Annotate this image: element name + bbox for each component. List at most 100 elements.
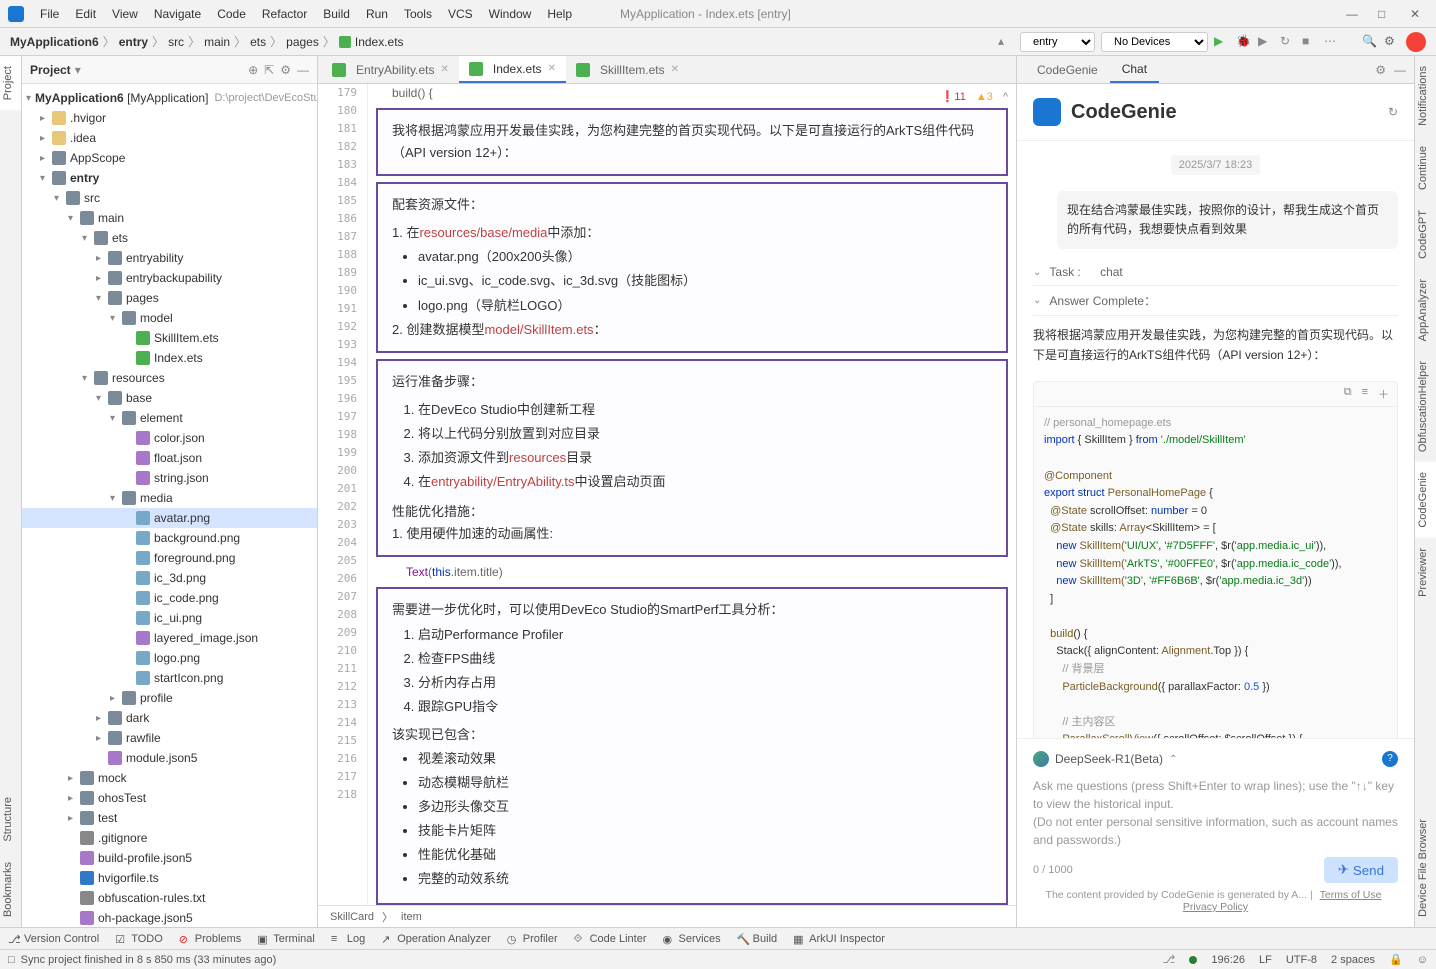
- sidebar-tab-codegpt[interactable]: CodeGPT: [1415, 200, 1436, 269]
- tab-entryability[interactable]: EntryAbility.ets✕: [322, 56, 459, 83]
- tree-appscope[interactable]: ▸AppScope: [22, 148, 317, 168]
- tree-logo[interactable]: logo.png: [22, 648, 317, 668]
- tree-index-file[interactable]: Index.ets: [22, 348, 317, 368]
- menu-view[interactable]: View: [104, 7, 146, 21]
- tree-profile[interactable]: ▸profile: [22, 688, 317, 708]
- crumb-skillcard[interactable]: SkillCard: [330, 911, 374, 923]
- encoding[interactable]: UTF-8: [1286, 954, 1317, 966]
- tree-rawfile[interactable]: ▸rawfile: [22, 728, 317, 748]
- attach-icon[interactable]: ↻: [1280, 34, 1296, 50]
- tree-colorjson[interactable]: color.json: [22, 428, 317, 448]
- close-button[interactable]: ✕: [1410, 7, 1424, 21]
- sidebar-tab-obfuscation[interactable]: ObfuscationHelper: [1415, 351, 1436, 462]
- tree-background[interactable]: background.png: [22, 528, 317, 548]
- tab-codegenie[interactable]: CodeGenie: [1025, 56, 1110, 83]
- hammer-icon[interactable]: ▴: [998, 34, 1014, 50]
- close-icon[interactable]: ✕: [548, 63, 556, 74]
- maximize-button[interactable]: □: [1378, 7, 1392, 21]
- sad-icon[interactable]: ☺: [1417, 954, 1428, 966]
- run-icon[interactable]: ▶: [1214, 34, 1230, 50]
- coverage-icon[interactable]: ▶: [1258, 34, 1274, 50]
- menu-build[interactable]: Build: [315, 7, 358, 21]
- tree-root[interactable]: ▾MyApplication6 [MyApplication]D:\projec…: [22, 88, 317, 108]
- sidebar-tab-bookmarks[interactable]: Bookmarks: [0, 852, 21, 927]
- search-icon[interactable]: 🔍: [1362, 34, 1378, 50]
- git-icon[interactable]: ⎇: [1163, 953, 1176, 966]
- tree-ohostest[interactable]: ▸ohosTest: [22, 788, 317, 808]
- menu-vcs[interactable]: VCS: [440, 7, 481, 21]
- caret-icon[interactable]: ^: [1003, 88, 1008, 106]
- tree-main[interactable]: ▾main: [22, 208, 317, 228]
- tree-mock[interactable]: ▸mock: [22, 768, 317, 788]
- run-config-select[interactable]: entry: [1020, 32, 1095, 52]
- tree-resources[interactable]: ▾resources: [22, 368, 317, 388]
- crumb-src[interactable]: src: [168, 35, 184, 49]
- debug-icon[interactable]: 🐞: [1236, 34, 1252, 50]
- menu-navigate[interactable]: Navigate: [146, 7, 209, 21]
- tree-ets[interactable]: ▾ets: [22, 228, 317, 248]
- tree-model[interactable]: ▾model: [22, 308, 317, 328]
- insert-icon[interactable]: ≡: [1362, 386, 1368, 402]
- tree-test[interactable]: ▸test: [22, 808, 317, 828]
- new-file-icon[interactable]: ＋: [1378, 386, 1389, 402]
- crumb-file[interactable]: Index.ets: [339, 35, 404, 49]
- sidebar-tab-notifications[interactable]: Notifications: [1415, 56, 1436, 136]
- tree-idea[interactable]: ▸.idea: [22, 128, 317, 148]
- hide-icon[interactable]: —: [1394, 63, 1406, 77]
- tree-dark[interactable]: ▸dark: [22, 708, 317, 728]
- crumb-main[interactable]: main: [204, 35, 230, 49]
- settings-icon[interactable]: ⚙: [1384, 34, 1400, 50]
- tree-starticon[interactable]: startIcon.png: [22, 668, 317, 688]
- help-icon[interactable]: ?: [1382, 751, 1398, 767]
- bottom-problems[interactable]: ⊘Problems: [179, 933, 241, 945]
- crumb-pages[interactable]: pages: [286, 35, 319, 49]
- tree-buildprofile[interactable]: build-profile.json5: [22, 848, 317, 868]
- bottom-services[interactable]: ◉Services: [662, 933, 720, 945]
- gear-icon[interactable]: ⚙: [1375, 63, 1386, 77]
- menu-code[interactable]: Code: [209, 7, 254, 21]
- sidebar-tab-structure[interactable]: Structure: [0, 787, 21, 852]
- menu-file[interactable]: File: [32, 7, 67, 21]
- tree-ohpackage[interactable]: oh-package.json5: [22, 908, 317, 927]
- indent[interactable]: 2 spaces: [1331, 954, 1375, 966]
- sidebar-tab-appanalyzer[interactable]: AppAnalyzer: [1415, 269, 1436, 351]
- privacy-link[interactable]: Privacy Policy: [1183, 901, 1248, 913]
- tree-ic3d[interactable]: ic_3d.png: [22, 568, 317, 588]
- sidebar-tab-continue[interactable]: Continue: [1415, 136, 1436, 200]
- tree-media[interactable]: ▾media: [22, 488, 317, 508]
- close-icon[interactable]: ✕: [671, 64, 679, 75]
- tree-iccode[interactable]: ic_code.png: [22, 588, 317, 608]
- warn-count[interactable]: ▲3: [976, 88, 993, 106]
- crumb-entry[interactable]: entry: [119, 35, 148, 49]
- task-collapse[interactable]: ⌄Task : chat: [1033, 259, 1398, 286]
- minimize-button[interactable]: —: [1346, 7, 1360, 21]
- menu-window[interactable]: Window: [481, 7, 540, 21]
- lock-icon[interactable]: 🔒: [1389, 953, 1403, 966]
- menu-refactor[interactable]: Refactor: [254, 7, 315, 21]
- code-content[interactable]: // personal_homepage.ets import { SkillI…: [1034, 407, 1397, 738]
- menu-tools[interactable]: Tools: [396, 7, 440, 21]
- send-button[interactable]: ✈Send: [1324, 857, 1398, 883]
- tree-pages[interactable]: ▾pages: [22, 288, 317, 308]
- more-icon[interactable]: ⋯: [1324, 34, 1340, 50]
- line-ending[interactable]: LF: [1259, 954, 1272, 966]
- bottom-profiler[interactable]: ◷Profiler: [507, 933, 558, 945]
- caret-pos[interactable]: 196:26: [1211, 954, 1245, 966]
- menu-edit[interactable]: Edit: [67, 7, 104, 21]
- copy-icon[interactable]: ⧉: [1344, 386, 1352, 402]
- sidebar-tab-codegenie[interactable]: CodeGenie: [1415, 462, 1436, 538]
- tree-src[interactable]: ▾src: [22, 188, 317, 208]
- crumb-ets[interactable]: ets: [250, 35, 266, 49]
- chat-body[interactable]: 2025/3/7 18:23 现在结合鸿蒙最佳实践，按照你的设计，帮我生成这个首…: [1017, 141, 1414, 738]
- device-select[interactable]: No Devices: [1101, 32, 1208, 52]
- tree-foreground[interactable]: foreground.png: [22, 548, 317, 568]
- tree-avatar[interactable]: avatar.png: [22, 508, 317, 528]
- editor-content[interactable]: 1791801811821831841851861871881891901911…: [318, 84, 1016, 905]
- crumb-item[interactable]: item: [401, 911, 422, 923]
- tree-hvigor[interactable]: ▸.hvigor: [22, 108, 317, 128]
- sidebar-tab-filebrowser[interactable]: Device File Browser: [1415, 809, 1436, 927]
- tree-gitignore[interactable]: .gitignore: [22, 828, 317, 848]
- collapse-icon[interactable]: ⊕: [248, 63, 258, 77]
- tab-chat[interactable]: Chat: [1110, 56, 1159, 83]
- bottom-opanalyzer[interactable]: ↗Operation Analyzer: [381, 933, 491, 945]
